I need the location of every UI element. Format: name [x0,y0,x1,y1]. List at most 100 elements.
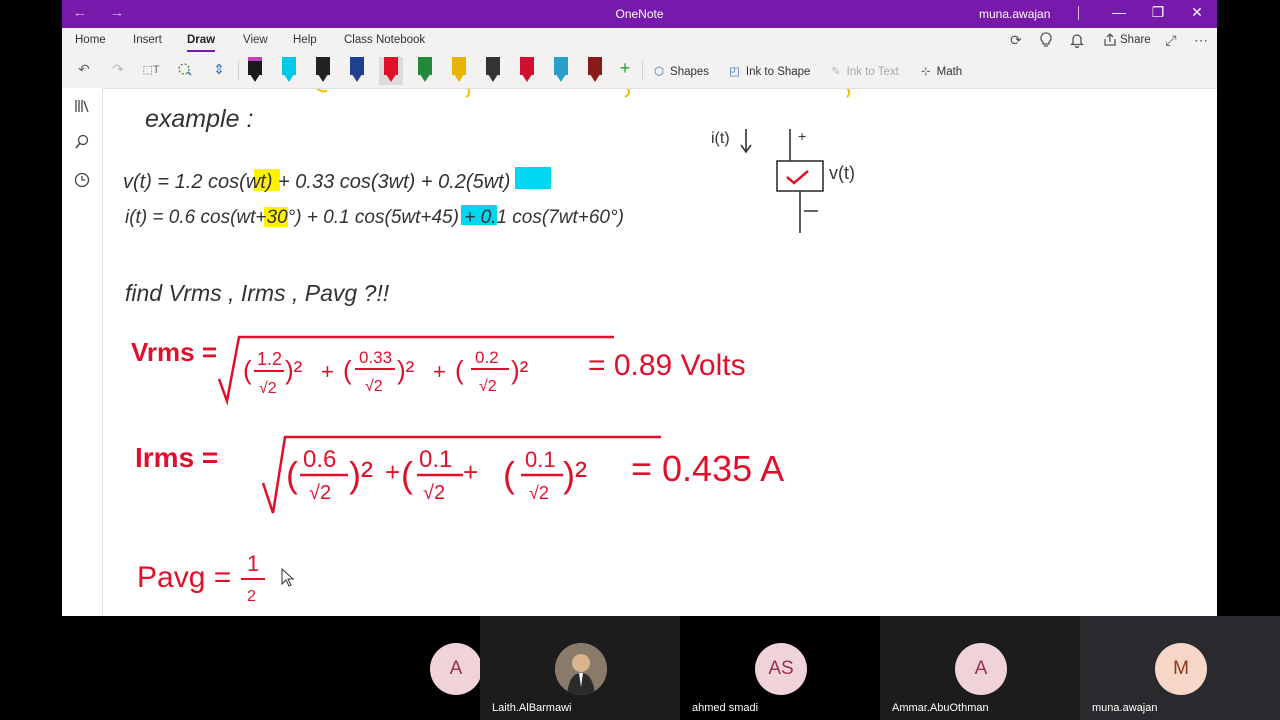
participant-name: Ammar.AbuOthman [892,702,989,714]
svg-text:0.6: 0.6 [303,446,336,473]
svg-text:0.2: 0.2 [475,348,499,367]
pen-tip [316,71,330,82]
tab-view[interactable]: View [243,34,268,46]
svg-text:√2: √2 [309,482,331,504]
pen-tip [554,71,568,82]
pavg-label: Pavg = [137,561,231,594]
bell-icon[interactable] [1066,32,1088,51]
ink-to-shape-button[interactable]: ◰ Ink to Shape [729,64,810,78]
irms-label: Irms = [135,442,218,473]
pen-tip [486,71,500,82]
svg-text:√2: √2 [259,380,277,397]
pen-green-icon[interactable] [413,57,437,85]
search-icon[interactable] [71,134,93,154]
redo-icon[interactable]: ↷ [107,61,129,78]
signed-in-user[interactable]: muna.awajan [979,7,1050,21]
participant-tile[interactable]: AS ahmed smadi [680,616,880,720]
element-box [776,160,824,192]
circuit-diagram: i(t) + v(t) [711,128,855,233]
pen-black-icon[interactable] [311,57,335,85]
tab-help[interactable]: Help [293,34,317,46]
shapes-icon: ⬡ [654,66,665,78]
lasso-select-icon[interactable]: ⬚T [140,63,162,76]
ink-to-text-button[interactable]: ✎ Ink to Text [831,64,899,78]
more-icon[interactable]: ⋯ [1190,32,1212,49]
share-icon[interactable] [1099,33,1121,50]
notebooks-icon[interactable] [71,98,93,118]
svg-text:(: ( [455,355,464,385]
pen-dark-red-icon[interactable] [583,57,607,85]
lightbulb-icon[interactable] [1035,32,1057,51]
share-button[interactable]: Share [1120,34,1151,46]
pen-tip [350,71,364,82]
v-equation: v(t) = 1.2 cos(wt) + 0.33 cos(3wt) + 0.2… [123,171,510,193]
participant-tile-self[interactable]: M muna.awajan [1080,616,1280,720]
irms-work: Irms = ( 0.6 √2 )² + ( 0.1 √2 + ( 0.1 √2… [135,435,784,514]
participant-name: muna.awajan [1092,702,1158,714]
shapes-button[interactable]: ⬡ Shapes [654,64,709,78]
current-arrow [740,129,752,154]
svg-text:(: ( [343,355,352,385]
avatar: AS [755,643,807,695]
svg-text:(: ( [243,355,252,385]
svg-text:2: 2 [247,588,256,605]
restore-button[interactable]: ❐ [1148,4,1168,21]
avatar: A [955,643,1007,695]
pen-yellow-icon[interactable] [447,57,471,85]
close-button[interactable]: ✕ [1187,4,1207,21]
avatar-photo [555,643,607,695]
ink-to-shape-icon: ◰ [729,66,740,78]
participant-tile[interactable]: Laith.AlBarmawi [480,616,680,720]
svg-text:1: 1 [247,551,259,576]
pen-navy-icon[interactable] [345,57,369,85]
pen-red-icon[interactable] [379,57,403,85]
pen-teal-icon[interactable] [549,57,573,85]
tab-home[interactable]: Home [75,34,106,46]
ink-to-text-icon: ✎ [831,66,841,78]
find-question: find Vrms , Irms , Pavg ?!! [125,280,390,306]
svg-text:1.2: 1.2 [257,349,282,369]
svg-text:(: ( [401,454,413,495]
pavg-work: Pavg = 1 2 [137,551,265,605]
svg-text:0.1: 0.1 [525,447,556,472]
tab-draw[interactable]: Draw [187,34,216,52]
titlebar-divider [1078,6,1079,20]
minimize-button[interactable]: — [1109,4,1129,20]
tab-insert[interactable]: Insert [133,34,162,46]
add-pen-icon[interactable]: + [614,58,636,79]
ribbon-tabs: Home Insert Draw View Help Class Noteboo… [62,28,1217,54]
ink-layer: example : v(t) = 1.2 cos(wt) + 0.33 cos(… [123,84,855,605]
i-equation: i(t) = 0.6 cos(wt+30°) + 0.1 cos(5wt+45)… [125,207,624,228]
eraser-icon[interactable] [174,61,196,80]
pencil-black-icon[interactable] [243,57,267,85]
svg-text:√2: √2 [365,378,383,395]
pen-galaxy-icon[interactable] [481,57,505,85]
math-icon: ⊹ [921,66,931,78]
highlighter-cyan-icon[interactable] [277,57,301,85]
note-canvas[interactable]: example : v(t) = 1.2 cos(wt) + 0.33 cos(… [103,84,1217,616]
shapes-label: Shapes [670,66,710,78]
recent-icon[interactable] [71,172,93,192]
pen-tip [452,71,466,82]
draw-toolbar: ↶ ↷ ⬚T ⇕ + ⬡ Shapes ◰ Ink to Shape ✎ Ink to… [62,54,1217,89]
expand-icon[interactable]: ⤢ [1160,32,1182,49]
svg-text:+: + [321,359,334,384]
math-label: Math [936,66,963,78]
math-button[interactable]: ⊹ Math [921,64,962,78]
add-space-icon[interactable]: ⇕ [208,61,230,78]
pen-red-2-icon[interactable] [515,57,539,85]
avatar: M [1155,643,1207,695]
svg-text:√2: √2 [529,483,549,503]
tab-class-notebook[interactable]: Class Notebook [344,34,425,46]
participant-tile[interactable]: A Ammar.AbuOthman [880,616,1080,720]
pen-tip [384,71,398,82]
undo-icon[interactable]: ↶ [73,61,95,78]
participant-name: ahmed smadi [692,702,759,714]
svg-text:(: ( [286,454,298,495]
pen-tip [588,71,602,82]
example-heading: example : [145,105,253,133]
svg-text:0.1: 0.1 [419,446,452,473]
sync-icon[interactable]: ⟳ [1005,32,1027,49]
onenote-window: ← → OneNote muna.awajan — ❐ ✕ Home Inser… [62,0,1217,616]
voltage-label: v(t) [829,163,855,183]
